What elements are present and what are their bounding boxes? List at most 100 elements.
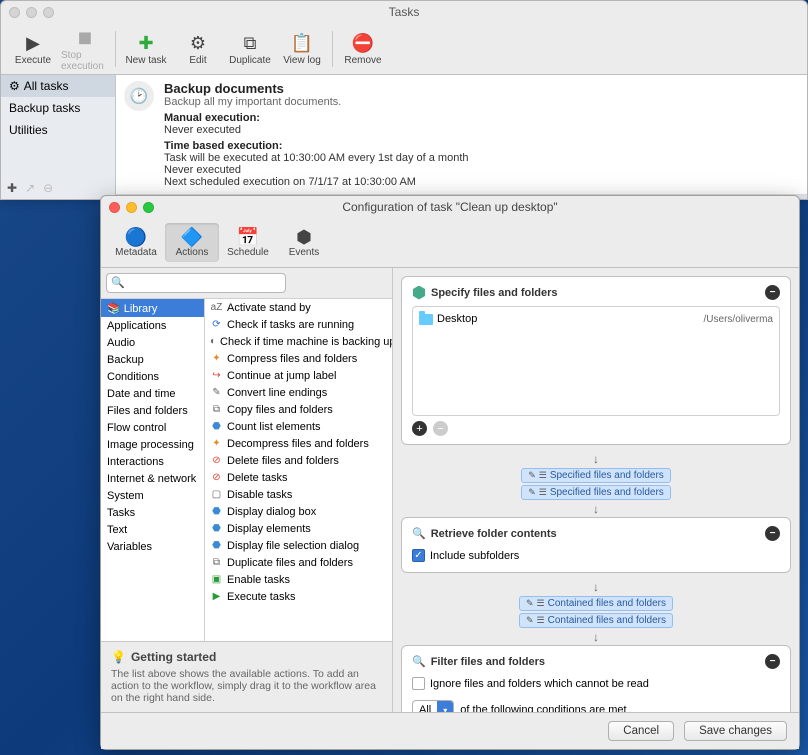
tab-metadata[interactable]: 🔵Metadata <box>109 223 163 262</box>
category-label: Flow control <box>107 422 166 434</box>
action-item[interactable]: ⬣Display dialog box <box>205 503 392 520</box>
action-item[interactable]: ✦Compress files and folders <box>205 350 392 367</box>
tab-actions[interactable]: 🔷Actions <box>165 223 219 262</box>
action-item[interactable]: ⧉Copy files and folders <box>205 401 392 418</box>
tab-events[interactable]: ⬢Events <box>277 223 331 262</box>
data-pill[interactable]: ✎☰Specified files and folders <box>521 468 671 483</box>
category-item[interactable]: Interactions <box>101 453 204 470</box>
help-box: 💡Getting started The list above shows th… <box>101 641 392 712</box>
schedule-icon: 📅 <box>237 227 259 247</box>
action-item[interactable]: ▣Enable tasks <box>205 571 392 588</box>
search-input[interactable] <box>106 273 286 293</box>
toolbar-label: Remove <box>344 55 381 66</box>
action-item[interactable]: ◐Check if time machine is backing up dat <box>205 333 392 350</box>
stop-button[interactable]: ◼Stop execution <box>61 26 109 72</box>
ignore-unreadable-checkbox[interactable] <box>412 677 425 690</box>
remove-file-icon[interactable]: − <box>433 421 448 436</box>
category-item[interactable]: Audio <box>101 334 204 351</box>
action-item[interactable]: ⟳Check if tasks are running <box>205 316 392 333</box>
collapse-icon[interactable]: − <box>765 526 780 541</box>
category-item[interactable]: System <box>101 487 204 504</box>
action-item[interactable]: ✎Convert line endings <box>205 384 392 401</box>
section-head: Time based execution: <box>164 140 282 152</box>
gear-icon: ⚙ <box>9 79 20 93</box>
toolbar-label: New task <box>125 55 166 66</box>
view-log-button[interactable]: 📋View log <box>278 31 326 66</box>
action-item[interactable]: ⧉Duplicate files and folders <box>205 554 392 571</box>
execute-icon: ▶ <box>26 31 40 55</box>
workflow-area[interactable]: Specify files and folders − Desktop /Use… <box>393 268 799 712</box>
action-item[interactable]: ✦Decompress files and folders <box>205 435 392 452</box>
collapse-icon[interactable]: − <box>765 285 780 300</box>
action-item[interactable]: ⊘Delete tasks <box>205 469 392 486</box>
category-item[interactable]: 📚Library <box>101 299 204 317</box>
add-icon[interactable]: ✚ <box>7 181 17 195</box>
new-task-button[interactable]: ✚New task <box>122 31 170 66</box>
match-mode-select[interactable]: All▾ <box>412 700 454 712</box>
config-title: Configuration of task "Clean up desktop" <box>101 200 799 214</box>
section-line: Never executed <box>164 164 469 176</box>
include-subfolders-checkbox[interactable]: ✓ <box>412 549 425 562</box>
retrieve-contents-step: 🔍 Retrieve folder contents − ✓ Include s… <box>401 517 791 573</box>
data-pill[interactable]: ✎☰Contained files and folders <box>519 613 673 628</box>
category-item[interactable]: Date and time <box>101 385 204 402</box>
action-icon: aZ <box>210 302 223 313</box>
cancel-button[interactable]: Cancel <box>608 721 674 741</box>
action-item[interactable]: ⬣Display file selection dialog <box>205 537 392 554</box>
edit-button[interactable]: ⚙Edit <box>174 31 222 66</box>
category-label: Backup <box>107 354 144 366</box>
toolbar-label: View log <box>283 55 321 66</box>
window-title: Tasks <box>1 5 807 19</box>
data-pill[interactable]: ✎☰Specified files and folders <box>521 485 671 500</box>
action-list[interactable]: aZActivate stand by⟳Check if tasks are r… <box>205 299 392 641</box>
module-icon <box>412 286 426 300</box>
category-label: System <box>107 490 144 502</box>
tab-label: Metadata <box>115 247 157 258</box>
specify-files-step: Specify files and folders − Desktop /Use… <box>401 276 791 445</box>
tab-schedule[interactable]: 📅Schedule <box>221 223 275 262</box>
category-list[interactable]: 📚LibraryApplicationsAudio Backup Condition… <box>101 299 205 641</box>
remove-icon[interactable]: ⊖ <box>43 181 53 195</box>
execute-button[interactable]: ▶Execute <box>9 31 57 66</box>
action-item[interactable]: ↪Continue at jump label <box>205 367 392 384</box>
sidebar-item[interactable]: ⚙All tasks <box>1 75 115 97</box>
action-icon: ⬣ <box>210 421 223 432</box>
share-icon[interactable]: ↗ <box>25 181 35 195</box>
category-item[interactable]: Variables <box>101 538 204 555</box>
file-row[interactable]: Desktop /Users/oliverma <box>417 311 775 327</box>
sidebar-item[interactable]: Backup tasks <box>1 97 115 119</box>
edit-icon: ✎ <box>528 470 536 481</box>
action-item[interactable]: ⬣Display elements <box>205 520 392 537</box>
category-item[interactable]: Backup <box>101 351 204 368</box>
sidebar-item[interactable]: Utilities <box>1 119 115 141</box>
action-icon: ✦ <box>210 353 223 364</box>
category-item[interactable]: Image processing <box>101 436 204 453</box>
file-list[interactable]: Desktop /Users/oliverma <box>412 306 780 416</box>
flow-arrow-icon: ↓ <box>401 579 791 595</box>
action-item[interactable]: ▶Execute tasks <box>205 588 392 605</box>
remove-button[interactable]: ⛔Remove <box>339 31 387 66</box>
toolbar-label: Execute <box>15 55 51 66</box>
collapse-icon[interactable]: − <box>765 654 780 669</box>
section-line: Never executed <box>164 124 469 136</box>
task-card[interactable]: 🕑Backup documentsBackup all my important… <box>116 75 807 195</box>
action-item[interactable]: ⬣Count list elements <box>205 418 392 435</box>
category-item[interactable]: Conditions <box>101 368 204 385</box>
list-icon: ☰ <box>537 598 545 609</box>
category-item[interactable]: Internet & network <box>101 470 204 487</box>
category-item[interactable]: Flow control <box>101 419 204 436</box>
action-item[interactable]: ▢Disable tasks <box>205 486 392 503</box>
data-pill[interactable]: ✎☰Contained files and folders <box>519 596 673 611</box>
add-file-icon[interactable]: + <box>412 421 427 436</box>
category-item[interactable]: Applications <box>101 317 204 334</box>
category-item[interactable]: Tasks <box>101 504 204 521</box>
action-item[interactable]: aZActivate stand by <box>205 299 392 316</box>
action-item[interactable]: ⊘Delete files and folders <box>205 452 392 469</box>
category-label: Text <box>107 524 127 536</box>
new-task-icon: ✚ <box>138 31 153 55</box>
duplicate-button[interactable]: ⧉Duplicate <box>226 31 274 66</box>
save-button[interactable]: Save changes <box>684 721 787 741</box>
sidebar-label: Utilities <box>9 123 48 137</box>
category-item[interactable]: Files and folders <box>101 402 204 419</box>
category-item[interactable]: Text <box>101 521 204 538</box>
